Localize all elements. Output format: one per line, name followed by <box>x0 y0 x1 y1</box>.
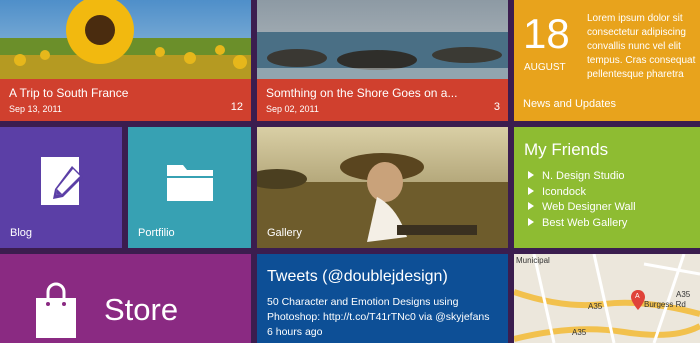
tile-label: Gallery <box>267 227 302 239</box>
friend-link[interactable]: Icondock <box>542 186 586 198</box>
tile-tweets[interactable]: Tweets (@doublejdesign) 50 Character and… <box>257 254 508 343</box>
tile-count: 12 <box>230 101 243 113</box>
caption-band: Somthing on the Shore Goes on a... Sep 0… <box>257 79 508 121</box>
news-body: Lorem ipsum dolor sit consectetur adipis… <box>587 13 696 80</box>
caption-band: A Trip to South France Sep 13, 2011 12 <box>0 79 251 121</box>
bullet-arrow-icon <box>528 171 534 179</box>
tile-label: Portfilio <box>138 227 175 239</box>
bullet-arrow-icon <box>528 202 534 210</box>
friend-link[interactable]: N. Design Studio <box>542 170 625 182</box>
map-label: Burgess Rd <box>644 300 686 309</box>
news-month: AUGUST <box>524 62 566 73</box>
map-label: Municipal <box>516 256 550 265</box>
tweet-body: 50 Character and Emotion Designs using P… <box>267 296 490 338</box>
tile-date: Sep 02, 2011 <box>266 104 319 114</box>
tile-date: Sep 13, 2011 <box>9 104 62 114</box>
friend-item[interactable]: Icondock <box>528 185 636 201</box>
tile-blog[interactable]: Blog <box>0 127 122 248</box>
bullet-arrow-icon <box>528 217 534 226</box>
news-day: 18 <box>523 10 570 57</box>
map-image <box>514 254 700 343</box>
friend-link[interactable]: Best Web Gallery <box>542 217 627 229</box>
friends-list: N. Design Studio Icondock Web Designer W… <box>528 169 636 231</box>
friend-item[interactable]: N. Design Studio <box>528 169 636 185</box>
tile-portfolio[interactable]: Portfilio <box>128 127 251 248</box>
store-label: Store <box>104 292 179 327</box>
friends-title: My Friends <box>524 140 609 159</box>
friend-link[interactable]: Web Designer Wall <box>542 201 636 213</box>
map-label: A35 <box>676 290 691 299</box>
map-label: A35 <box>588 302 603 311</box>
tile-label: Blog <box>10 227 33 239</box>
friend-item[interactable]: Best Web Gallery <box>528 216 636 232</box>
folder-icon <box>167 165 213 201</box>
bullet-arrow-icon <box>528 186 534 195</box>
tile-title: Somthing on the Shore Goes on a... <box>266 86 458 100</box>
map-label: A35 <box>572 328 587 337</box>
tile-count: 3 <box>493 101 500 113</box>
friend-item[interactable]: Web Designer Wall <box>528 200 636 216</box>
map-marker-letter: A <box>635 293 640 300</box>
tile-friends[interactable]: My Friends N. Design Studio Icondock Web… <box>514 127 700 248</box>
news-label: News and Updates <box>523 98 616 110</box>
tile-south-france[interactable]: A Trip to South France Sep 13, 2011 12 <box>0 0 251 121</box>
tile-news[interactable]: 18 AUGUST Lorem ipsum dolor sit consecte… <box>514 0 700 121</box>
tile-map[interactable]: Municipal A35 A35 A35 Burgess Rd A <box>514 254 700 343</box>
tweets-title: Tweets (@doublejdesign) <box>267 268 448 285</box>
pencil-document-icon <box>41 157 83 205</box>
shopping-bag-icon <box>36 282 76 338</box>
tile-title: A Trip to South France <box>9 86 129 100</box>
tile-gallery[interactable]: Gallery <box>257 127 508 248</box>
tile-store[interactable]: Store <box>0 254 251 343</box>
tile-shore[interactable]: Somthing on the Shore Goes on a... Sep 0… <box>257 0 508 121</box>
